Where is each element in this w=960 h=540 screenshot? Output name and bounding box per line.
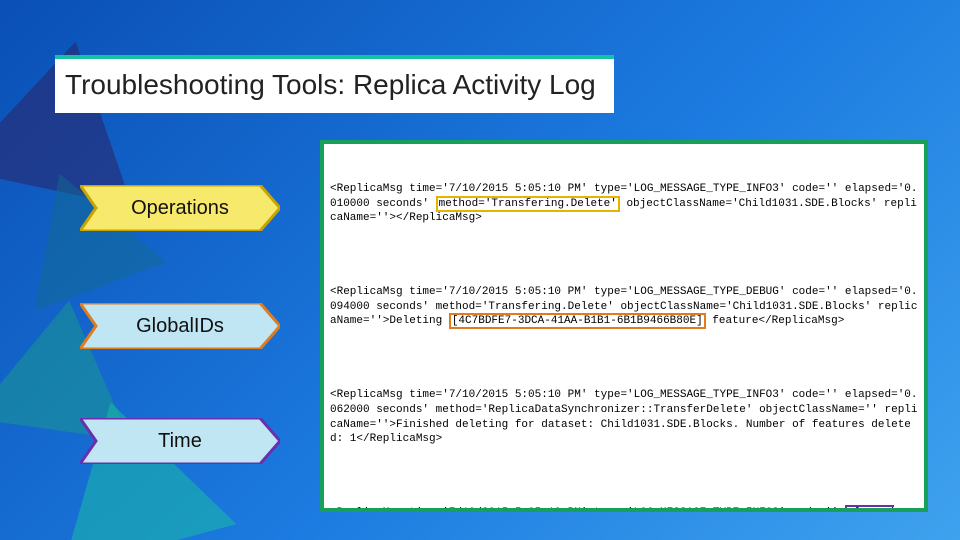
highlight-operations: method='Transfering.Delete' xyxy=(436,196,620,212)
log-entry: <ReplicaMsg time='7/10/2015 5:05:10 PM' … xyxy=(330,182,918,227)
label-operations: Operations xyxy=(80,185,280,231)
log-entry: <ReplicaMsg time='7/10/2015 5:05:10 PM' … xyxy=(330,285,918,330)
log-entry: <ReplicaMsg time='7/10/2015 5:05:10 PM' … xyxy=(330,388,918,447)
label-globalids-text: GlobalIDs xyxy=(136,315,224,338)
highlight-globalids: [4C7BDFE7-3DCA-41AA-B1B1-6B1B9466B80E] xyxy=(449,313,706,329)
log-panel: <ReplicaMsg time='7/10/2015 5:05:10 PM' … xyxy=(320,140,928,512)
log-text: <ReplicaMsg time='7/10/2015 5:05:10 PM' … xyxy=(330,507,845,512)
label-time-text: Time xyxy=(158,430,202,453)
label-globalids: GlobalIDs xyxy=(80,303,280,349)
slide-root: Troubleshooting Tools: Replica Activity … xyxy=(0,0,960,540)
log-text: <ReplicaMsg time='7/10/2015 5:05:10 PM' … xyxy=(330,389,918,446)
label-operations-text: Operations xyxy=(131,197,229,220)
label-time: Time xyxy=(80,418,280,464)
page-title: Troubleshooting Tools: Replica Activity … xyxy=(55,55,614,113)
log-entry: <ReplicaMsg time='7/10/2015 5:05:10 PM' … xyxy=(330,506,918,512)
log-text: feature</ReplicaMsg> xyxy=(706,315,845,327)
page-title-text: Troubleshooting Tools: Replica Activity … xyxy=(65,69,596,100)
